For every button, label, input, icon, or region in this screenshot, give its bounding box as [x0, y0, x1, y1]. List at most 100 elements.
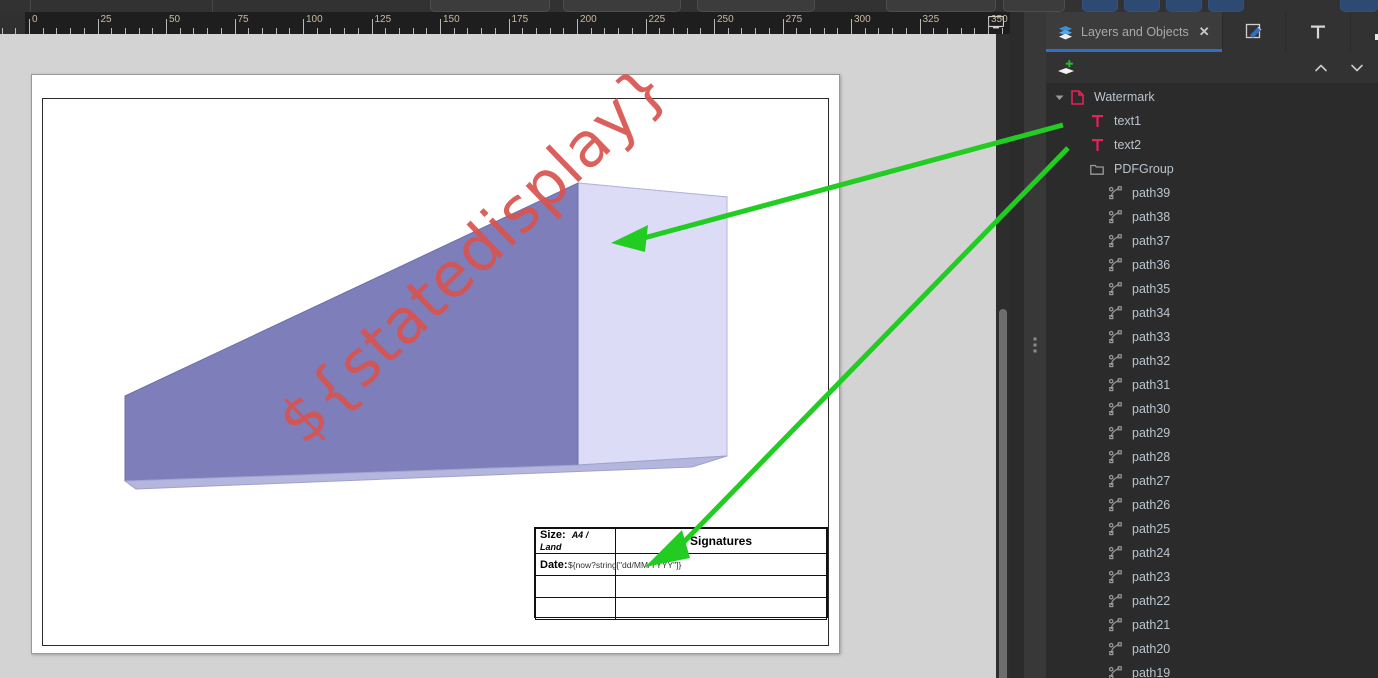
tree-item-label: Watermark — [1094, 90, 1155, 104]
ruler-tick-minor — [220, 28, 222, 34]
path-icon — [1108, 282, 1122, 296]
ruler-label: 150 — [443, 14, 460, 25]
tree-item-path25[interactable]: path25 — [1046, 517, 1378, 541]
tree-item-text2[interactable]: text2 — [1046, 133, 1378, 157]
signatures-header: Signatures — [615, 528, 827, 554]
path-icon — [1108, 426, 1122, 440]
tree-item-path36[interactable]: path36 — [1046, 253, 1378, 277]
ruler-label: 0 — [32, 14, 38, 25]
tree-item-path30[interactable]: path30 — [1046, 397, 1378, 421]
tree-item-path24[interactable]: path24 — [1046, 541, 1378, 565]
tree-item-path19[interactable]: path19 — [1046, 661, 1378, 678]
expander-collapse-icon[interactable] — [1052, 93, 1066, 102]
tree-item-path38[interactable]: path38 — [1046, 205, 1378, 229]
ruler-tick-minor — [275, 28, 277, 34]
size-label: Size: — [540, 529, 566, 541]
splitter-grip-icon[interactable] — [1033, 337, 1037, 353]
tree-item-path21[interactable]: path21 — [1046, 613, 1378, 637]
path-icon — [1104, 258, 1126, 272]
path-icon — [1108, 570, 1122, 584]
editor-vertical-scrollbar[interactable] — [996, 34, 1010, 678]
tab-pen-edit[interactable] — [1223, 12, 1286, 52]
toolbar-button[interactable] — [563, 0, 681, 12]
tree-item-path26[interactable]: path26 — [1046, 493, 1378, 517]
tree-item-path22[interactable]: path22 — [1046, 589, 1378, 613]
path-icon — [1108, 210, 1122, 224]
tree-item-path34[interactable]: path34 — [1046, 301, 1378, 325]
path-icon — [1104, 354, 1126, 368]
ruler-tick-minor — [261, 28, 263, 34]
toolbar-button-active[interactable] — [1166, 0, 1202, 12]
ruler-tick-major — [782, 19, 784, 34]
ruler-tick-minor — [248, 28, 250, 34]
tree-item-pdfgroup[interactable]: PDFGroup — [1046, 157, 1378, 181]
folder-icon — [1090, 164, 1104, 175]
tree-item-label: path21 — [1132, 618, 1171, 632]
ruler-tick-minor — [892, 28, 894, 34]
path-icon — [1104, 402, 1126, 416]
document-page[interactable]: ${statedisplay} Size: A4 / Land Signature… — [31, 50, 840, 654]
move-up-button[interactable] — [1310, 57, 1332, 79]
application-window: 0 25 50 75 100 125 150 175 200 225 250 275 300 325 350… — [0, 0, 1378, 678]
tab-layers-and-objects[interactable]: Layers and Objects ✕ — [1046, 12, 1223, 52]
toolbar-button[interactable] — [697, 0, 815, 12]
tree-item-label: path20 — [1132, 642, 1171, 656]
tree-item-watermark[interactable]: Watermark — [1046, 85, 1378, 109]
ruler-tick-minor — [686, 28, 688, 34]
tree-item-path31[interactable]: path31 — [1046, 373, 1378, 397]
text-icon — [1086, 114, 1108, 128]
ruler-tick-minor — [960, 28, 962, 34]
add-layer-button[interactable] — [1056, 57, 1078, 79]
path-icon — [1104, 546, 1126, 560]
title-block[interactable]: Size: A4 / Land Signatures Date: ${now?str… — [534, 527, 828, 620]
table-row: Size: A4 / Land Signatures — [535, 528, 827, 554]
tree-item-text1[interactable]: text1 — [1046, 109, 1378, 133]
chevron-down-icon — [1351, 64, 1363, 71]
canvas-editor[interactable]: 0 25 50 75 100 125 150 175 200 225 250 275 300 325 350… — [0, 12, 1010, 678]
toolbar-button-active[interactable] — [1124, 0, 1160, 12]
toolbar-button[interactable] — [1003, 0, 1065, 12]
date-value: ${now?string["dd/MM/YYYY"]} — [568, 560, 682, 570]
tree-item-path27[interactable]: path27 — [1046, 469, 1378, 493]
scrollbar-thumb[interactable] — [999, 309, 1007, 678]
toolbar-button[interactable] — [886, 0, 996, 12]
tree-item-path29[interactable]: path29 — [1046, 421, 1378, 445]
close-icon[interactable]: ✕ — [1199, 24, 1210, 40]
text-tool-icon — [1310, 25, 1325, 39]
chevron-up-icon — [1315, 64, 1327, 71]
toolbar-button-active[interactable] — [1340, 0, 1378, 12]
tree-item-path33[interactable]: path33 — [1046, 325, 1378, 349]
move-down-button[interactable] — [1346, 57, 1368, 79]
table-row: Date: ${now?string["dd/MM/YYYY"]} — [535, 553, 827, 576]
panel-toolbar — [1046, 52, 1378, 84]
right-panel: Layers and Objects ✕ Watermark text1 tex… — [1046, 12, 1378, 678]
toolbar-button[interactable] — [430, 0, 550, 12]
ruler-label: 200 — [580, 14, 597, 25]
path-icon — [1104, 450, 1126, 464]
toolbar-button-active[interactable] — [1082, 0, 1118, 12]
ruler-tick-major — [97, 19, 99, 34]
titleblock-empty-cell — [615, 597, 827, 620]
horizontal-ruler[interactable]: 0 25 50 75 100 125 150 175 200 225 250 275 300 325 350 — [0, 12, 1010, 34]
ruler-tick-minor — [179, 28, 181, 34]
tree-item-label: path36 — [1132, 258, 1171, 272]
tree-item-path35[interactable]: path35 — [1046, 277, 1378, 301]
toolbar-button-active[interactable] — [1208, 0, 1244, 12]
tab-text-tool[interactable] — [1286, 12, 1351, 52]
ruler-tick-minor — [344, 28, 346, 34]
tree-item-path28[interactable]: path28 — [1046, 445, 1378, 469]
ruler-tick-minor — [398, 28, 400, 34]
panel-splitter[interactable] — [1024, 12, 1046, 678]
tree-item-path37[interactable]: path37 — [1046, 229, 1378, 253]
path-icon — [1108, 306, 1122, 320]
tree-item-path23[interactable]: path23 — [1046, 565, 1378, 589]
tree-item-path32[interactable]: path32 — [1046, 349, 1378, 373]
path-icon — [1108, 666, 1122, 678]
ruler-tick-minor — [83, 28, 85, 34]
tab-settings-wrench[interactable] — [1351, 12, 1378, 52]
ruler-tick-minor — [289, 28, 291, 34]
tree-item-path39[interactable]: path39 — [1046, 181, 1378, 205]
tree-item-path20[interactable]: path20 — [1046, 637, 1378, 661]
ruler-tick-minor — [467, 28, 469, 34]
layers-tree[interactable]: Watermark text1 text2 PDFGroup path39 path38 p… — [1046, 85, 1378, 678]
